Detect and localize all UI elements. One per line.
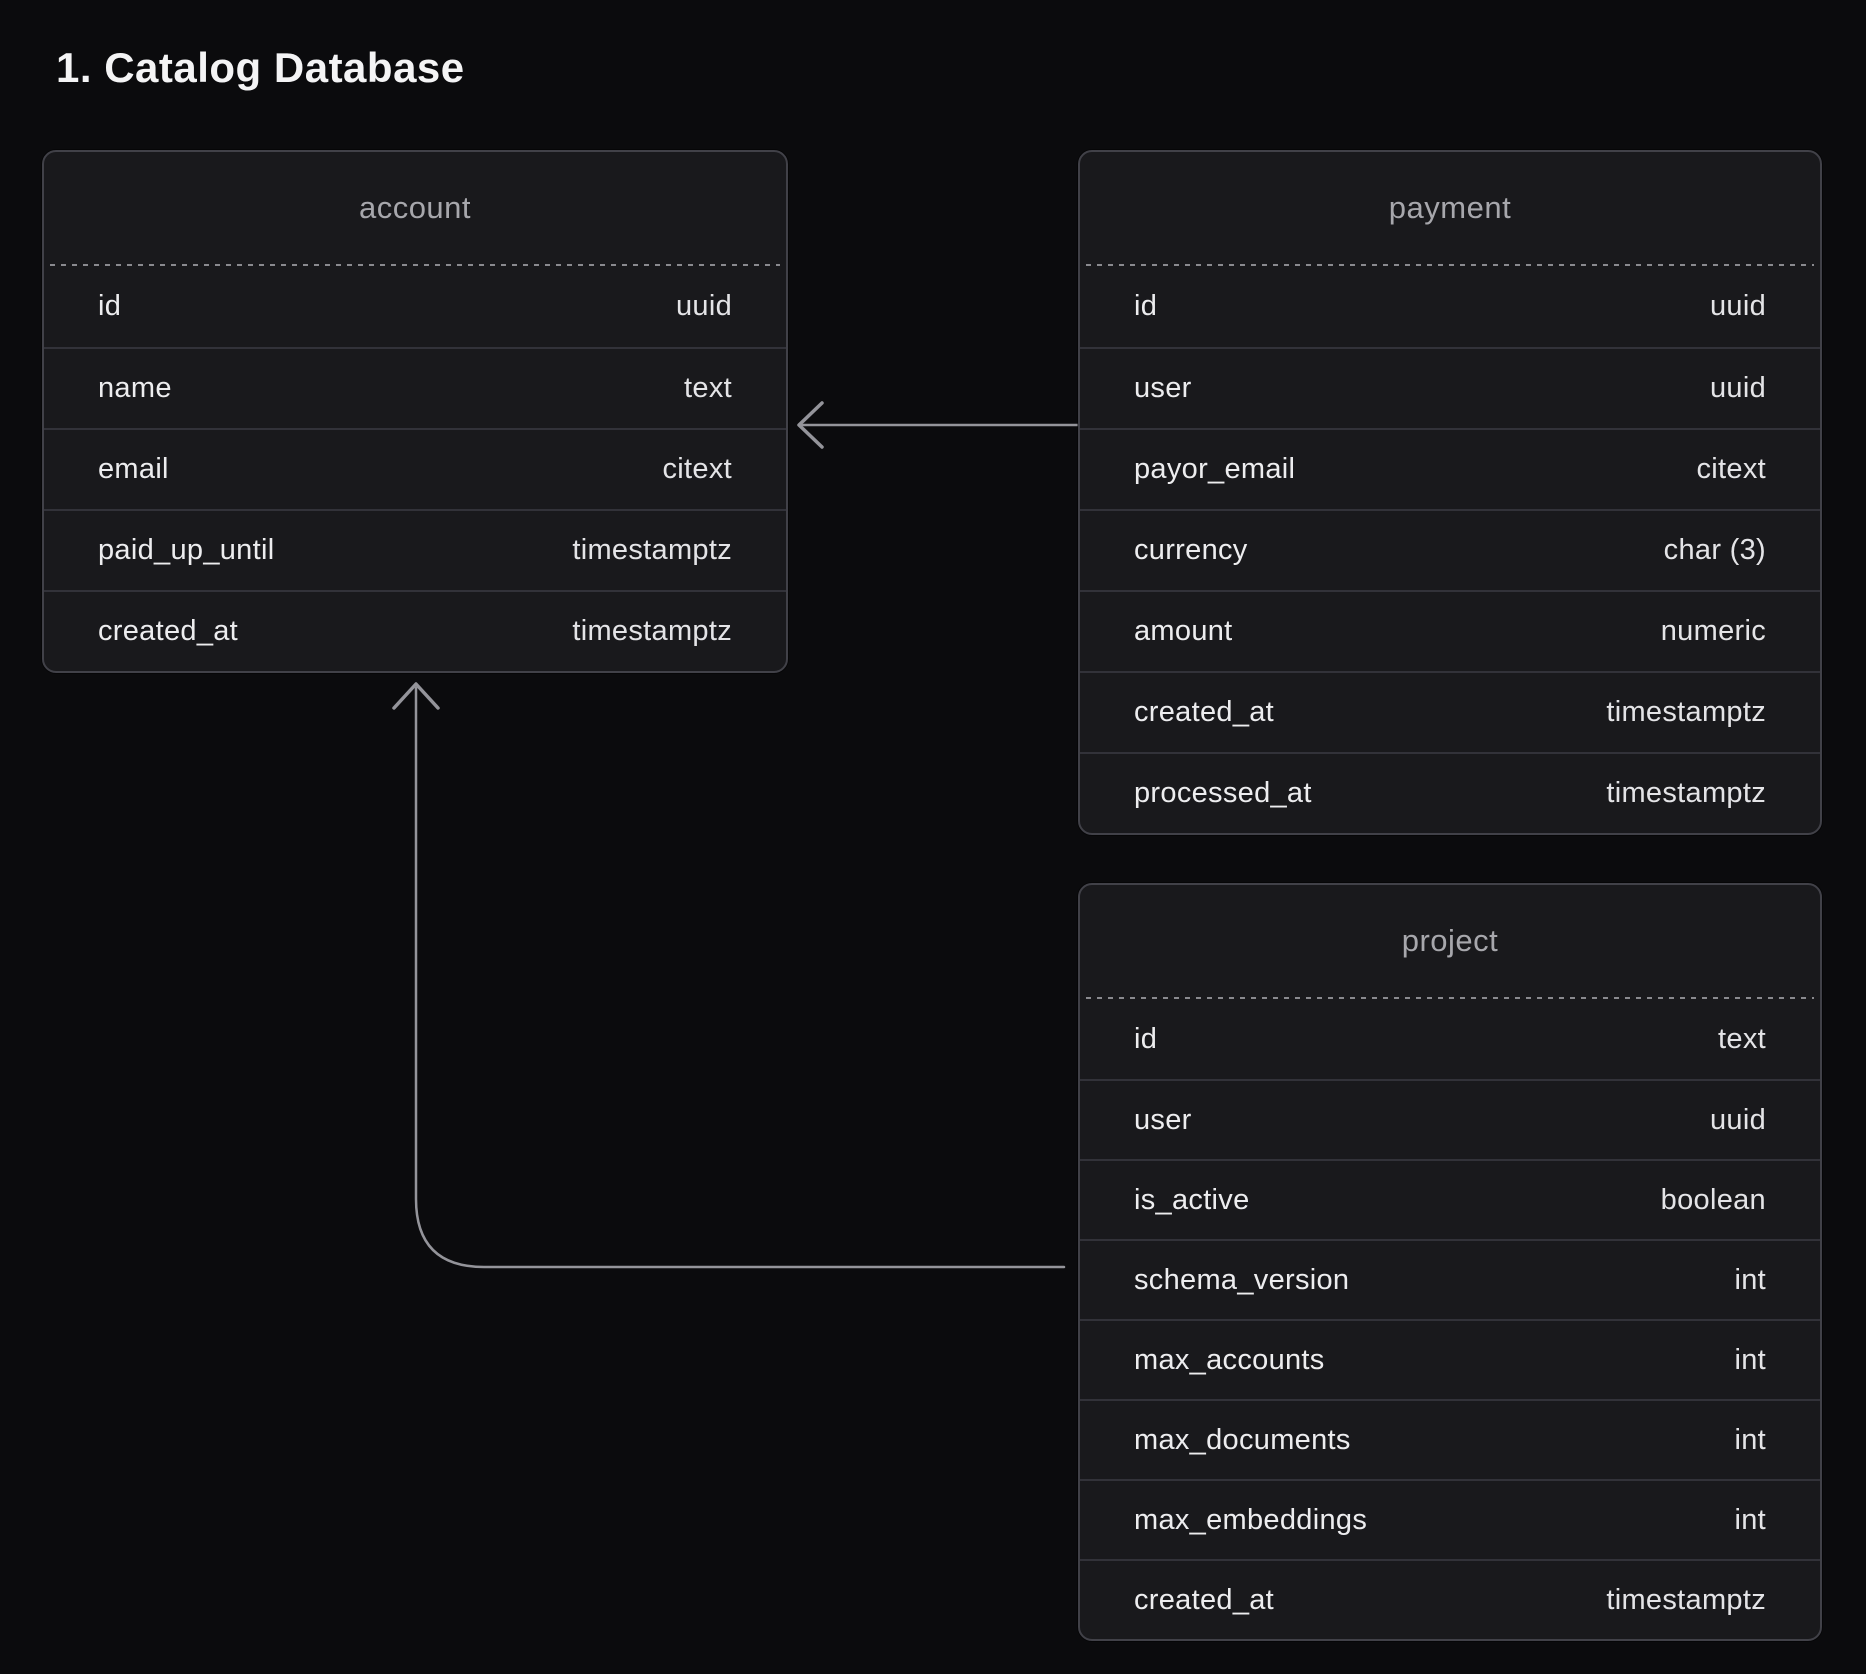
column-name: created_at bbox=[1134, 1584, 1274, 1617]
column-row[interactable]: user uuid bbox=[1080, 347, 1820, 428]
column-type: char (3) bbox=[1664, 534, 1766, 567]
column-type: text bbox=[684, 372, 732, 405]
column-type: timestamptz bbox=[1606, 777, 1766, 810]
column-name: payor_email bbox=[1134, 453, 1295, 486]
column-name: name bbox=[98, 372, 172, 405]
column-row[interactable]: created_at timestamptz bbox=[1080, 1559, 1820, 1639]
column-type: citext bbox=[1697, 453, 1767, 486]
column-type: timestamptz bbox=[572, 534, 732, 567]
column-type: uuid bbox=[1710, 372, 1766, 405]
column-row[interactable]: created_at timestamptz bbox=[1080, 671, 1820, 752]
column-name: amount bbox=[1134, 615, 1233, 648]
column-type: citext bbox=[663, 453, 733, 486]
column-row[interactable]: is_active boolean bbox=[1080, 1159, 1820, 1239]
column-row[interactable]: max_embeddings int bbox=[1080, 1479, 1820, 1559]
column-row[interactable]: id uuid bbox=[1080, 266, 1820, 347]
column-name: created_at bbox=[1134, 696, 1274, 729]
column-type: timestamptz bbox=[572, 615, 732, 648]
column-name: max_documents bbox=[1134, 1424, 1351, 1457]
column-row[interactable]: id uuid bbox=[44, 266, 786, 347]
column-type: uuid bbox=[1710, 290, 1766, 323]
column-row[interactable]: name text bbox=[44, 347, 786, 428]
column-row[interactable]: paid_up_until timestamptz bbox=[44, 509, 786, 590]
column-list: iduuiduseruuidpayor_emailcitextcurrencyc… bbox=[1080, 266, 1820, 833]
column-name: user bbox=[1134, 1104, 1192, 1137]
column-row[interactable]: id text bbox=[1080, 999, 1820, 1079]
column-row[interactable]: payor_email citext bbox=[1080, 428, 1820, 509]
fk-arrow-project-to-account[interactable] bbox=[394, 684, 1064, 1267]
page-title: 1. Catalog Database bbox=[56, 44, 465, 92]
table-card-project[interactable]: project id text user uuid is_active boolean sc… bbox=[1078, 883, 1822, 1641]
table-card-payment[interactable]: payment id uuid user uuid payor_email citext c… bbox=[1078, 150, 1822, 835]
column-type: uuid bbox=[1710, 1104, 1766, 1137]
column-name: schema_version bbox=[1134, 1264, 1349, 1297]
column-type: text bbox=[1718, 1023, 1766, 1056]
column-type: int bbox=[1734, 1504, 1766, 1537]
column-row[interactable]: max_accounts int bbox=[1080, 1319, 1820, 1399]
column-type: numeric bbox=[1661, 615, 1766, 648]
fk-arrow-payment-to-account[interactable] bbox=[799, 403, 1078, 447]
column-list: id text user uuid is_active boolean schema_ver… bbox=[1080, 999, 1820, 1639]
column-name: paid_up_until bbox=[98, 534, 274, 567]
column-name: id bbox=[1134, 290, 1157, 323]
column-type: timestamptz bbox=[1606, 1584, 1766, 1617]
table-title: payment bbox=[1080, 152, 1820, 264]
column-name: user bbox=[1134, 372, 1192, 405]
table-card-account[interactable]: account id uuid name text email citext paid_up… bbox=[42, 150, 788, 673]
column-type: uuid bbox=[676, 290, 732, 323]
column-row[interactable]: email citext bbox=[44, 428, 786, 509]
column-name: processed_at bbox=[1134, 777, 1312, 810]
column-type: int bbox=[1734, 1264, 1766, 1297]
column-row[interactable]: created_at timestamptz bbox=[44, 590, 786, 671]
column-name: id bbox=[1134, 1023, 1157, 1056]
column-row[interactable]: amount numeric bbox=[1080, 590, 1820, 671]
column-name: email bbox=[98, 453, 169, 486]
column-name: max_embeddings bbox=[1134, 1504, 1367, 1537]
table-title: account bbox=[44, 152, 786, 264]
column-type: timestamptz bbox=[1606, 696, 1766, 729]
diagram-canvas: 1. Catalog Database account id uuid name te… bbox=[0, 0, 1866, 1674]
column-list: iduuidnametextemailcitextpaid_up_untilti… bbox=[44, 266, 786, 671]
column-type: int bbox=[1734, 1424, 1766, 1457]
column-name: id bbox=[98, 290, 121, 323]
column-row[interactable]: schema_version int bbox=[1080, 1239, 1820, 1319]
column-type: boolean bbox=[1661, 1184, 1766, 1217]
column-row[interactable]: user uuid bbox=[1080, 1079, 1820, 1159]
column-name: currency bbox=[1134, 534, 1248, 567]
column-row[interactable]: processed_at timestamptz bbox=[1080, 752, 1820, 833]
column-row[interactable]: currency char (3) bbox=[1080, 509, 1820, 590]
column-type: int bbox=[1734, 1344, 1766, 1377]
table-title: project bbox=[1080, 885, 1820, 997]
column-name: created_at bbox=[98, 615, 238, 648]
column-row[interactable]: max_documents int bbox=[1080, 1399, 1820, 1479]
column-name: is_active bbox=[1134, 1184, 1250, 1217]
column-name: max_accounts bbox=[1134, 1344, 1325, 1377]
